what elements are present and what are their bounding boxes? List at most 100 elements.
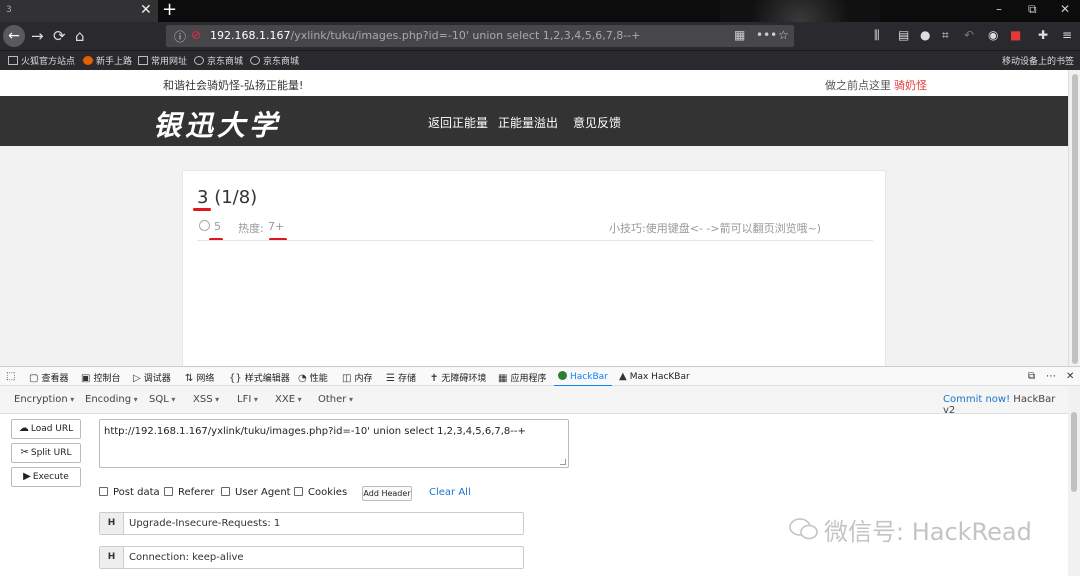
menu-sql[interactable]: SQL (149, 394, 175, 405)
header-value[interactable]: Connection: keep-alive (129, 552, 244, 563)
style-editor-icon: {} (229, 373, 242, 384)
tab-max-hackbar[interactable]: ▲ Max HacKBar (619, 371, 690, 382)
page-actions-icon[interactable]: ••• (756, 28, 777, 42)
window-close-button[interactable]: ✕ (1060, 2, 1070, 16)
post-data-checkbox[interactable]: Post data (99, 487, 160, 498)
extension-icon[interactable]: ◉ (988, 28, 998, 42)
article-title: 3 (1/8) (197, 187, 257, 208)
debugger-icon: ▷ (133, 373, 141, 384)
url-textarea[interactable]: http://192.168.1.167/yxlink/tuku/images.… (99, 419, 569, 468)
commit-link[interactable]: Commit now! HackBar v2 (943, 394, 1068, 416)
tab-storage[interactable]: ☰ 存储 (386, 371, 416, 384)
pick-element-icon[interactable]: ⬚ (6, 371, 18, 382)
library-icon[interactable]: ⫼ (874, 28, 880, 43)
tab-memory[interactable]: ◫ 内存 (342, 371, 372, 384)
qr-code-icon[interactable]: ▦ (734, 28, 745, 42)
page-info-icon[interactable]: ⓘ (174, 28, 186, 45)
site-logo[interactable]: 银迅大学 (153, 104, 281, 144)
menu-xxe[interactable]: XXE (275, 394, 302, 405)
nav-link-feedback[interactable]: 意见反馈 (573, 114, 621, 131)
tab-inspector[interactable]: ▢ 查看器 (29, 371, 68, 384)
page-scrollbar[interactable] (1068, 70, 1080, 366)
notice-link[interactable]: 骑奶怪 (894, 77, 927, 93)
site-header: 银迅大学 返回正能量 正能量溢出 意见反馈 (0, 96, 1068, 146)
reload-button[interactable]: ⟳ (53, 26, 66, 46)
panel-scrollbar[interactable] (1068, 386, 1080, 576)
bookmark-item[interactable]: 京东商城 (250, 54, 299, 67)
mobile-bookmarks[interactable]: 移动设备上的书签 (1002, 54, 1074, 67)
commit-now[interactable]: Commit now! (943, 394, 1010, 405)
tab-label: 控制台 (93, 374, 121, 384)
bookmark-item[interactable]: 常用网址 (138, 54, 187, 67)
scrollbar-thumb[interactable] (1072, 74, 1078, 364)
new-tab-button[interactable]: + (162, 0, 177, 20)
nav-link-back[interactable]: 返回正能量 (428, 114, 488, 131)
devtools-close-icon[interactable]: ✕ (1066, 371, 1077, 382)
forward-button[interactable]: → (31, 26, 44, 46)
undo-icon[interactable]: ↶ (964, 28, 974, 42)
split-url-button[interactable]: ✂ Split URL (11, 443, 81, 463)
nav-link-overflow[interactable]: 正能量溢出 (498, 114, 558, 131)
tab-debugger[interactable]: ▷ 调试器 (133, 371, 171, 384)
maximize-button[interactable]: ⧉ (1028, 2, 1037, 17)
performance-icon: ◔ (298, 373, 307, 384)
cloud-download-icon: ☁ (18, 423, 29, 434)
bookmark-star-icon[interactable]: ☆ (778, 28, 789, 42)
button-label: Split URL (30, 448, 72, 458)
tab-application[interactable]: ▦ 应用程序 (498, 371, 546, 384)
devtools-menu-icon[interactable]: ⋯ (1046, 371, 1059, 382)
tab-hackbar[interactable]: HackBar (554, 371, 612, 387)
add-header-button[interactable]: Add Header (362, 486, 412, 501)
browser-tab[interactable]: 3 ✕ (0, 0, 158, 22)
resize-grip-icon[interactable] (560, 459, 566, 465)
sidebar-icon[interactable]: ▤ (898, 28, 909, 42)
notice-link-text[interactable]: 做之前点这里 (825, 77, 891, 93)
tab-performance[interactable]: ◔ 性能 (298, 371, 328, 384)
home-button[interactable]: ⌂ (75, 26, 85, 46)
dock-icon[interactable]: ⧉ (1028, 371, 1038, 382)
tab-close-icon[interactable]: ✕ (140, 2, 152, 18)
watermark-text: 微信号: HackRead (824, 518, 1032, 546)
url-text[interactable]: 192.168.1.167/yxlink/tuku/images.php?id=… (210, 29, 640, 42)
video-extension-icon[interactable]: ■ (1010, 28, 1021, 42)
menu-encryption[interactable]: Encryption (14, 394, 74, 405)
header-row[interactable]: H Upgrade-Insecure-Requests: 1 (99, 512, 524, 535)
cookies-checkbox[interactable]: Cookies (294, 487, 347, 498)
execute-button[interactable]: ▶ Execute (11, 467, 81, 487)
tab-label: 应用程序 (510, 374, 547, 384)
globe-icon (250, 56, 260, 65)
load-url-button[interactable]: ☁ Load URL (11, 419, 81, 439)
checkbox-label: Cookies (308, 487, 348, 498)
bookmark-item[interactable]: 新手上路 (83, 54, 132, 67)
menu-other[interactable]: Other (318, 394, 353, 405)
url-bar[interactable]: ⓘ ⊘ 192.168.1.167/yxlink/tuku/images.php… (166, 25, 794, 47)
bookmark-item[interactable]: 火狐官方站点 (8, 54, 75, 67)
menu-icon[interactable]: ≡ (1062, 28, 1072, 42)
folder-icon (138, 56, 148, 65)
menu-encoding[interactable]: Encoding (85, 394, 138, 405)
menu-xss[interactable]: XSS (193, 394, 219, 405)
insecure-lock-icon[interactable]: ⊘ (191, 28, 201, 42)
bookmark-label: 京东商城 (207, 57, 244, 67)
scrollbar-thumb[interactable] (1071, 412, 1077, 492)
screenshot-icon[interactable]: ⌗ (942, 28, 949, 43)
clear-all-link[interactable]: Clear All (429, 487, 471, 498)
minimize-button[interactable]: – (996, 2, 1002, 16)
tab-style-editor[interactable]: {} 样式编辑器 (229, 371, 290, 384)
account-icon[interactable]: ● (920, 28, 930, 42)
tab-console[interactable]: ▣ 控制台 (81, 371, 120, 384)
referer-checkbox[interactable]: Referer (164, 487, 214, 498)
user-agent-checkbox[interactable]: User Agent (221, 487, 291, 498)
tab-network[interactable]: ⇅ 网络 (185, 371, 214, 384)
bookmark-label: 新手上路 (96, 57, 133, 67)
tab-accessibility[interactable]: ✝ 无障碍环境 (430, 371, 486, 384)
bookmark-item[interactable]: 京东商城 (194, 54, 243, 67)
back-button[interactable]: ← (3, 25, 25, 47)
globe-icon (194, 56, 204, 65)
bookmark-label: 常用网址 (151, 57, 188, 67)
gift-icon[interactable]: ✚ (1038, 28, 1048, 42)
firefox-icon (83, 56, 93, 65)
menu-lfi[interactable]: LFI (237, 394, 258, 405)
header-row[interactable]: H Connection: keep-alive (99, 546, 524, 569)
header-value[interactable]: Upgrade-Insecure-Requests: 1 (129, 518, 280, 529)
